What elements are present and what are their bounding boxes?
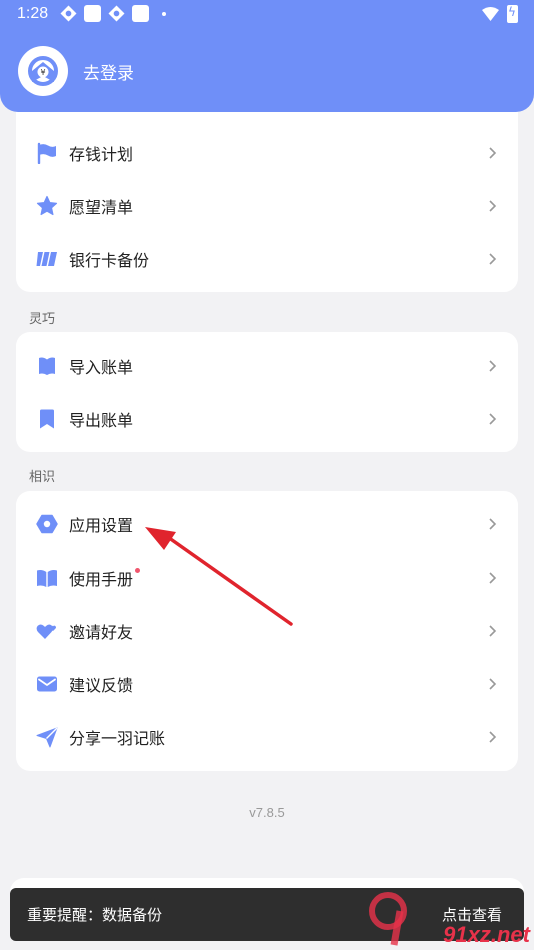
- flag-icon: [37, 142, 56, 164]
- menu-card-xiangshi: 应用设置 使用手册 邀请好友 建议反馈 分享一羽记账: [16, 491, 518, 771]
- hearts-icon: [36, 624, 56, 639]
- chevron-right-icon: [489, 146, 497, 159]
- header: 1:28 ¥ 去登录: [0, 0, 534, 112]
- menu-item-bank-card-backup[interactable]: 银行卡备份: [16, 232, 518, 285]
- bank-card-icon: [36, 251, 57, 266]
- notification-diamond-icon: [108, 5, 125, 22]
- star-icon: [36, 195, 58, 215]
- section-title-xiangshi: 相识: [29, 470, 56, 485]
- chevron-right-icon: [489, 677, 497, 690]
- chevron-right-icon: [489, 517, 497, 530]
- menu-item-savings-plan[interactable]: 存钱计划: [16, 126, 518, 179]
- svg-text:¥: ¥: [40, 68, 45, 77]
- chevron-right-icon: [489, 252, 497, 265]
- mail-icon: [37, 676, 57, 691]
- status-notification-icons: [60, 5, 166, 22]
- menu-item-wishlist[interactable]: 愿望清单: [16, 179, 518, 232]
- chevron-right-icon: [489, 412, 497, 425]
- menu-card-top: 存钱计划 愿望清单 银行卡备份: [16, 112, 518, 292]
- chevron-right-icon: [489, 730, 497, 743]
- settings-hexagon-icon: [36, 514, 58, 533]
- menu-item-label: 使用手册: [69, 566, 141, 590]
- watermark-text: 91xz.net: [443, 922, 530, 947]
- menu-item-label: 愿望清单: [69, 197, 134, 217]
- section-title-lingqiao: 灵巧: [29, 312, 56, 327]
- chevron-right-icon: [489, 359, 497, 372]
- notification-dot-icon: [162, 11, 166, 16]
- menu-item-import-bill[interactable]: 导入账单: [16, 339, 518, 392]
- toast-message: 重要提醒：数据备份: [27, 906, 163, 924]
- new-badge-dot: [135, 567, 141, 573]
- status-bar: 1:28: [0, 0, 534, 30]
- status-time: 1:28: [17, 5, 49, 22]
- menu-item-label: 导出账单: [69, 410, 134, 430]
- menu-item-label: 建议反馈: [69, 675, 134, 695]
- notification-square-icon: [84, 5, 101, 22]
- menu-item-label: 存钱计划: [69, 144, 134, 164]
- app-version: v7.8.5: [249, 805, 285, 820]
- login-label[interactable]: 去登录: [83, 59, 134, 84]
- import-book-icon: [39, 357, 55, 375]
- menu-item-feedback[interactable]: 建议反馈: [16, 657, 518, 710]
- chevron-right-icon: [489, 199, 497, 212]
- menu-item-label: 导入账单: [69, 357, 134, 377]
- menu-item-label: 邀请好友: [69, 622, 134, 642]
- menu-card-lingqiao: 导入账单 导出账单: [16, 332, 518, 452]
- watermark: 91xz.net: [364, 885, 534, 950]
- export-bookmark-icon: [40, 409, 54, 428]
- notification-diamond-icon: [60, 5, 77, 22]
- status-system-icons: [482, 5, 518, 23]
- watermark-logo-icon: [369, 892, 407, 946]
- menu-item-invite-friends[interactable]: 邀请好友: [16, 604, 518, 657]
- menu-item-export-bill[interactable]: 导出账单: [16, 392, 518, 445]
- avatar[interactable]: ¥: [18, 46, 68, 96]
- send-icon: [36, 727, 58, 747]
- app-logo-icon: ¥: [28, 56, 58, 86]
- profile-login[interactable]: ¥ 去登录: [18, 46, 134, 96]
- menu-item-label: 应用设置: [69, 515, 134, 535]
- menu-item-share-app[interactable]: 分享一羽记账: [16, 710, 518, 763]
- menu-item-label: 分享一羽记账: [69, 728, 166, 748]
- chevron-right-icon: [489, 571, 497, 584]
- menu-item-user-manual[interactable]: 使用手册: [16, 551, 518, 604]
- menu-item-app-settings[interactable]: 应用设置: [16, 497, 518, 550]
- menu-item-label: 银行卡备份: [69, 250, 150, 270]
- notification-square-icon: [132, 5, 149, 22]
- chevron-right-icon: [489, 624, 497, 637]
- wifi-icon: [482, 7, 499, 21]
- battery-icon: [507, 5, 518, 23]
- manual-book-icon: [37, 569, 57, 587]
